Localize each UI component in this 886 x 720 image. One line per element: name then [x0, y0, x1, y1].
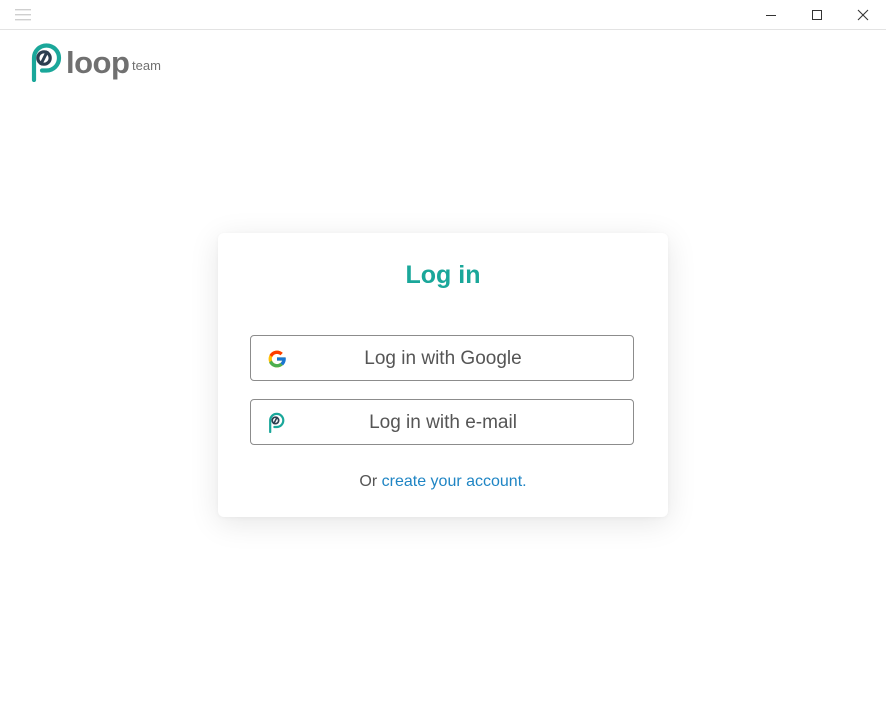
- create-account-link[interactable]: create your account.: [382, 473, 527, 490]
- footer-prefix: Or: [359, 473, 378, 490]
- close-button[interactable]: [840, 0, 886, 29]
- minimize-icon: [766, 14, 776, 16]
- maximize-icon: [812, 9, 822, 20]
- loop-logo-icon: [31, 43, 62, 82]
- login-card: Log in Log in with Google Log in with e-…: [218, 233, 668, 517]
- create-account-line: Or create your account.: [218, 472, 668, 492]
- google-login-label: Log in with Google: [364, 348, 522, 369]
- email-login-button[interactable]: Log in with e-mail: [250, 399, 634, 445]
- brand-subtitle: team: [132, 58, 161, 73]
- page-title: Log in: [405, 261, 481, 289]
- brand-name: loop: [66, 45, 130, 80]
- brand-logo: loop team: [28, 40, 178, 82]
- window-titlebar: [0, 0, 886, 30]
- maximize-button[interactable]: [794, 0, 840, 29]
- close-icon: [857, 9, 869, 20]
- google-login-button[interactable]: Log in with Google: [250, 335, 634, 381]
- minimize-button[interactable]: [748, 0, 794, 29]
- email-login-label: Log in with e-mail: [369, 412, 517, 433]
- hamburger-icon[interactable]: [15, 8, 31, 22]
